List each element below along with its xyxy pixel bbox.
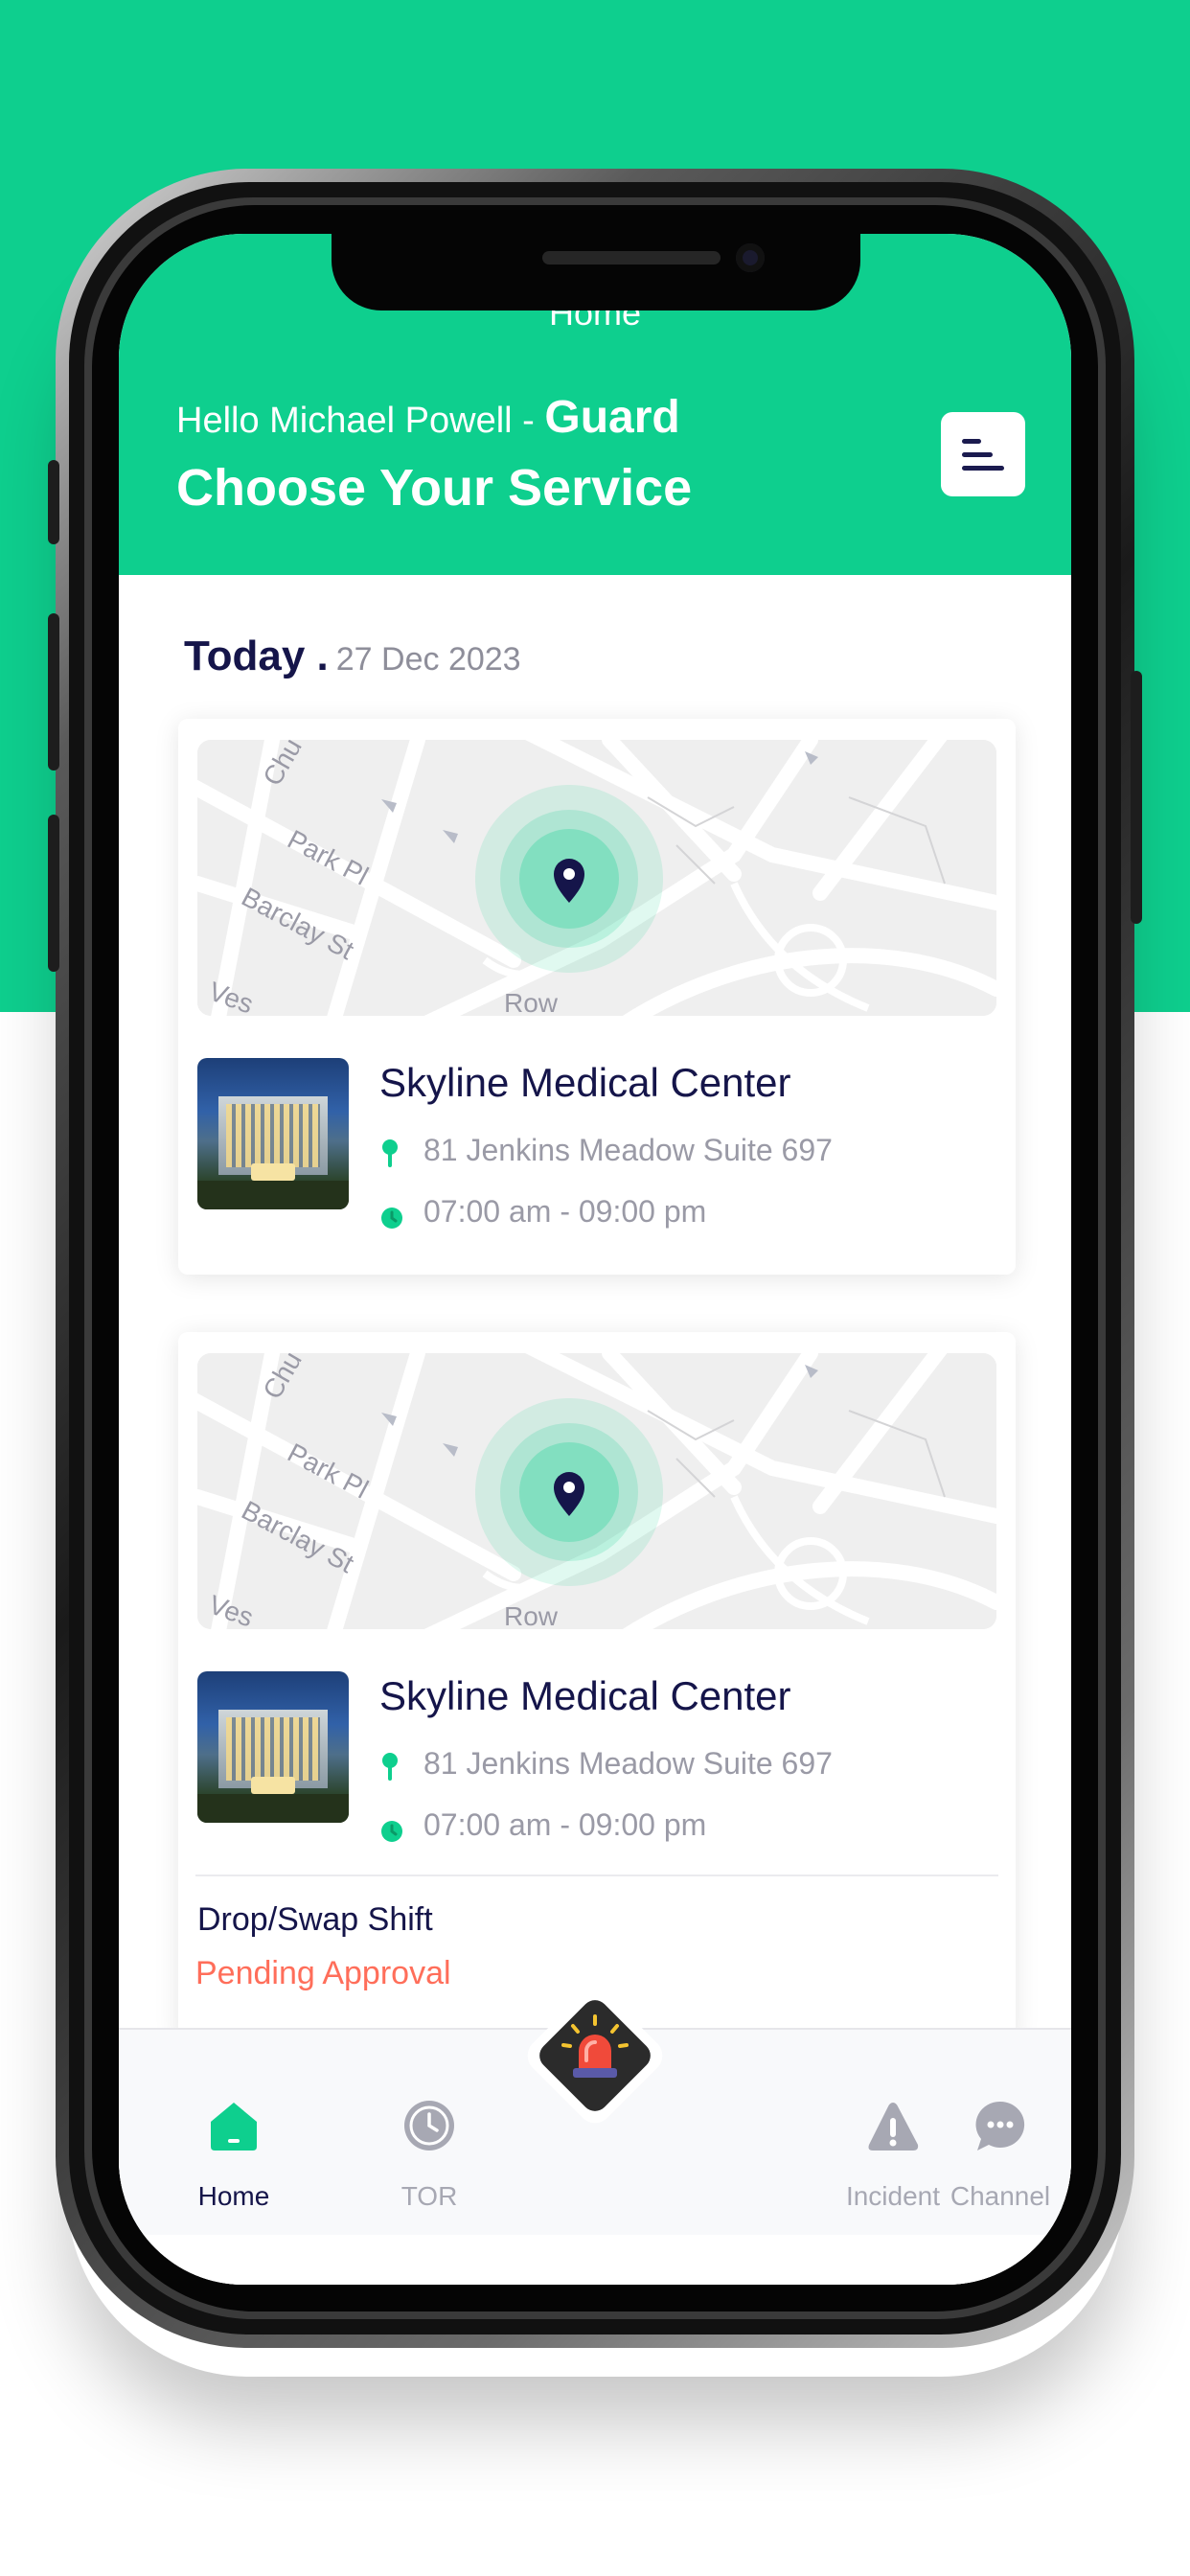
user-role: Guard — [544, 392, 680, 443]
card-divider — [195, 1874, 998, 1876]
site-name: Skyline Medical Center — [379, 1673, 791, 1718]
request-type: Drop/Swap Shift — [197, 1901, 433, 1938]
home-indicator-area — [119, 2235, 1071, 2285]
sos-button[interactable] — [519, 1980, 671, 2131]
today-label: Today . — [184, 632, 329, 679]
today-heading: Today . 27 Dec 2023 — [184, 632, 521, 680]
status-badge: Pending Approval — [195, 1955, 451, 1991]
tab-channel[interactable]: Channel — [914, 2030, 1071, 2237]
map-svg: Park Pl Barclay St Chu Ves Row — [197, 740, 996, 1016]
site-name: Skyline Medical Center — [379, 1060, 791, 1105]
today-date: 27 Dec 2023 — [335, 641, 521, 678]
map-label: Row — [504, 1601, 559, 1629]
pin-icon — [382, 1753, 398, 1781]
clock-small-icon — [381, 1821, 402, 1842]
site-photo — [197, 1671, 349, 1823]
app-screen: Home Hello Michael Powell - Guard Choose… — [119, 234, 1071, 2285]
menu-button[interactable] — [941, 412, 1025, 496]
volume-up-button — [48, 613, 59, 770]
map-svg: Park Pl Barclay St Chu Ves Row — [197, 1353, 996, 1629]
site-address: 81 Jenkins Meadow Suite 697 — [423, 1746, 833, 1781]
siren-icon — [527, 1988, 663, 2124]
page-title: Choose Your Service — [176, 459, 693, 517]
greeting-text: Hello Michael Powell - — [176, 401, 545, 441]
map-preview[interactable]: Park Pl Barclay St Chu Ves Row — [197, 1353, 996, 1629]
clock-small-icon — [381, 1208, 402, 1229]
clock-icon — [404, 2101, 454, 2150]
tab-label: Channel — [950, 2181, 1051, 2211]
home-icon — [211, 2103, 257, 2150]
tab-home[interactable]: Home — [148, 2030, 320, 2237]
front-camera — [736, 243, 765, 272]
site-photo — [197, 1058, 349, 1209]
notch — [332, 234, 860, 310]
shift-card[interactable]: Park Pl Barclay St Chu Ves Row Skyline M… — [178, 1332, 1016, 2041]
mute-switch — [48, 460, 59, 544]
power-button — [1131, 671, 1142, 924]
volume-down-button — [48, 815, 59, 972]
tab-tor[interactable]: TOR — [343, 2030, 515, 2237]
shift-hours: 07:00 am - 09:00 pm — [423, 1194, 707, 1229]
speaker — [542, 251, 721, 264]
pin-icon — [382, 1139, 398, 1167]
shift-card[interactable]: Park Pl Barclay St Chu Ves Row Skyline M… — [178, 719, 1016, 1275]
site-address: 81 Jenkins Meadow Suite 697 — [423, 1133, 833, 1167]
tab-label: TOR — [400, 2181, 458, 2211]
map-preview[interactable]: Park Pl Barclay St Chu Ves Row — [197, 740, 996, 1016]
warning-icon — [868, 2103, 919, 2150]
map-label: Row — [504, 988, 559, 1016]
chat-icon — [975, 2101, 1025, 2150]
tab-label: Home — [197, 2181, 270, 2211]
shift-hours: 07:00 am - 09:00 pm — [423, 1807, 707, 1842]
greeting: Hello Michael Powell - Guard — [176, 391, 680, 444]
